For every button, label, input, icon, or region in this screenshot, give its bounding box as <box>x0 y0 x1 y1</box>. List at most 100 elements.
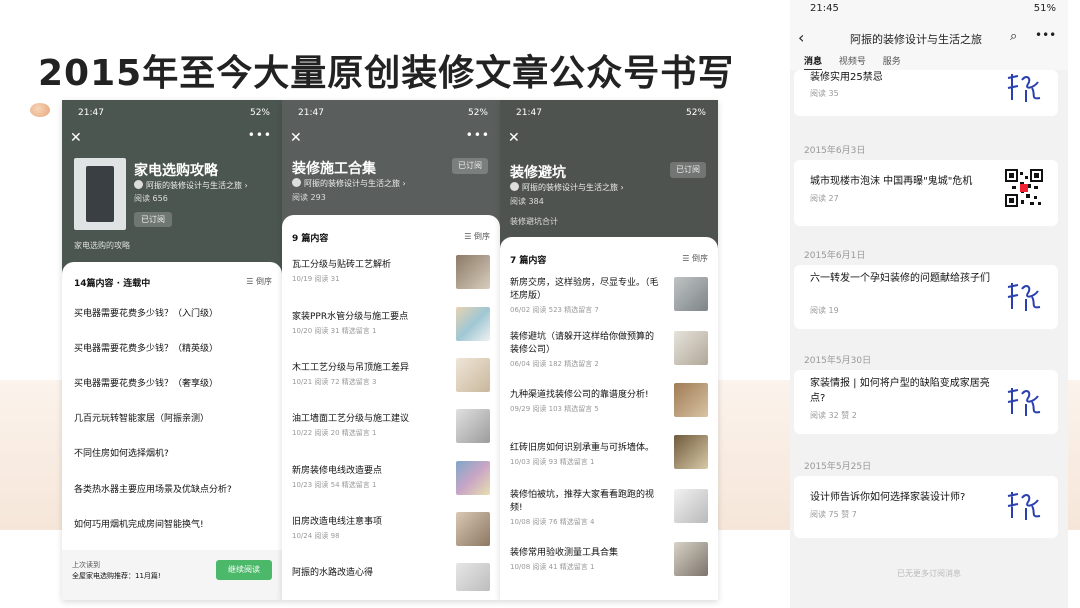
article-thumbnail <box>674 435 708 469</box>
message-card[interactable]: 设计师告诉你如何选择家装设计师? 阅读 75 赞 7 <box>794 476 1058 538</box>
avatar <box>134 180 143 189</box>
list-item[interactable]: 买电器需要花费多少钱？（入门级） <box>74 306 218 319</box>
continue-reading-button[interactable]: 继续阅读 <box>216 560 272 580</box>
article-title[interactable]: 阿振的水路改造心得 <box>292 567 442 580</box>
list-item[interactable]: 不同住房如何选择烟机? <box>74 446 169 459</box>
phone-pitfall-collection: 21:47 52% ✕ 装修避坑 阿振的装修设计与生活之旅 › 阅读 384 已… <box>500 100 718 600</box>
account-link[interactable]: 阿振的装修设计与生活之旅 › <box>292 178 406 189</box>
article-title[interactable]: 装修怕被坑，推荐大家看看跑跑的视频! <box>510 489 660 515</box>
message-card[interactable]: 装修实用25禁忌 阅读 35 <box>794 70 1058 116</box>
nav-title: 阿振的装修设计与生活之旅 <box>850 33 982 46</box>
content-card: 14篇内容 · 连载中 ☰ 倒序 买电器需要花费多少钱？（入门级） 买电器需要花… <box>62 262 282 600</box>
message-title: 六一转发一个孕妇装修的问题献给孩子们 <box>810 273 990 284</box>
status-time: 21:47 <box>78 108 104 118</box>
message-title: 城市现楼市泡沫 中国再曝"鬼城"危机 <box>810 176 973 187</box>
more-icon[interactable]: ••• <box>1035 28 1056 42</box>
status-time: 21:45 <box>810 3 839 14</box>
article-meta: 10/21 阅读 72 精选留言 3 <box>292 378 377 386</box>
article-title[interactable]: 油工墙面工艺分级与施工建议 <box>292 413 442 426</box>
signature-icon <box>1007 283 1041 311</box>
top-bar: 21:45 51% ‹ 阿振的装修设计与生活之旅 ⌕ ••• 消息 视频号 服务 <box>790 0 1068 71</box>
message-date: 2015年6月3日 <box>804 146 866 156</box>
article-title[interactable]: 瓦工分级与贴砖工艺解析 <box>292 259 442 272</box>
sort-toggle[interactable]: ☰ 倒序 <box>464 231 490 242</box>
article-title[interactable]: 新房装修电线改造要点 <box>292 465 442 478</box>
article-count: 9 篇内容 <box>292 234 329 244</box>
more-icon[interactable]: ••• <box>466 128 490 142</box>
article-title[interactable]: 红砖旧房如何识别承重与可拆墙体。 <box>510 442 660 455</box>
more-icon[interactable]: ••• <box>248 128 272 142</box>
account-message-history: 21:45 51% ‹ 阿振的装修设计与生活之旅 ⌕ ••• 消息 视频号 服务… <box>790 0 1068 608</box>
article-meta: 09/29 阅读 103 精选留言 5 <box>510 405 599 413</box>
message-title: 设计师告诉你如何选择家装设计师? <box>810 492 966 503</box>
back-icon[interactable]: ‹ <box>798 28 804 47</box>
tab-services[interactable]: 服务 <box>883 57 901 67</box>
article-thumbnail <box>456 461 490 495</box>
article-title[interactable]: 装修避坑（请躲开这样给你做预算的装修公司） <box>510 331 660 357</box>
avatar <box>292 178 301 187</box>
article-title[interactable]: 新房交房，这样验房，尽显专业。（毛坯房版） <box>510 277 660 303</box>
collection-title: 装修施工合集 <box>292 161 376 177</box>
subscribed-button[interactable]: 已订阅 <box>670 162 706 178</box>
article-meta: 10/22 阅读 20 精选留言 1 <box>292 429 377 437</box>
article-thumbnail <box>456 307 490 341</box>
article-count: 7 篇内容 <box>510 256 547 266</box>
account-link[interactable]: 阿振的装修设计与生活之旅 › <box>134 180 248 191</box>
signature-icon <box>1007 388 1041 416</box>
article-thumbnail <box>674 542 708 576</box>
article-meta: 10/20 阅读 31 精选留言 1 <box>292 327 377 335</box>
article-title[interactable]: 木工工艺分级与吊顶施工差异 <box>292 362 442 375</box>
collection-tag: 装修避坑合计 <box>510 217 558 226</box>
list-item[interactable]: 几百元玩转智能家居（阿振亲测） <box>74 411 209 424</box>
status-battery: 52% <box>249 108 270 118</box>
list-item[interactable]: 如何巧用烟机完成房间智能换气! <box>74 517 204 530</box>
content-card: 9 篇内容 ☰ 倒序 瓦工分级与贴砖工艺解析 10/19 阅读 31 家装PPR… <box>282 215 500 600</box>
content-card: 7 篇内容 ☰ 倒序 新房交房，这样验房，尽显专业。（毛坯房版） 06/02 阅… <box>500 237 718 600</box>
article-title[interactable]: 旧房改造电线注意事项 <box>292 516 442 529</box>
close-icon[interactable]: ✕ <box>508 130 520 146</box>
message-title: 装修实用25禁忌 <box>810 72 883 83</box>
message-meta: 阅读 35 <box>810 89 839 98</box>
message-meta: 阅读 75 赞 7 <box>810 510 857 519</box>
message-card[interactable]: 城市现楼市泡沫 中国再曝"鬼城"危机 阅读 27 <box>794 160 1058 226</box>
avatar <box>510 182 519 191</box>
message-date: 2015年5月25日 <box>804 462 872 472</box>
phone-appliance-collection: 21:47 52% ✕ ••• 家电选购攻略 阿振的装修设计与生活之旅 › 阅读… <box>62 100 282 600</box>
article-title[interactable]: 九种渠道找装修公司的靠谱度分析! <box>510 389 660 402</box>
status-bar: 21:47 52% <box>282 106 500 122</box>
sort-toggle[interactable]: ☰ 倒序 <box>682 253 708 264</box>
sort-label: 倒序 <box>474 232 490 241</box>
last-read-label: 上次读到 <box>72 561 100 569</box>
list-item[interactable]: 各类热水器主要应用场景及优缺点分析? <box>74 482 232 495</box>
article-title[interactable]: 装修常用验收测量工具合集 <box>510 547 660 560</box>
tab-messages[interactable]: 消息 <box>804 57 823 71</box>
article-meta: 10/23 阅读 54 精选留言 1 <box>292 481 377 489</box>
status-battery: 51% <box>1033 3 1056 14</box>
subscribed-button[interactable]: 已订阅 <box>134 212 172 227</box>
search-icon[interactable]: ⌕ <box>1010 29 1017 44</box>
message-card[interactable]: 六一转发一个孕妇装修的问题献给孩子们 阅读 19 <box>794 265 1058 329</box>
sort-label: 倒序 <box>256 277 272 286</box>
sort-toggle[interactable]: ☰ 倒序 <box>246 276 272 287</box>
article-thumbnail <box>674 331 708 365</box>
article-thumbnail <box>456 409 490 443</box>
end-of-list-text: 已无更多订阅消息 <box>897 569 961 578</box>
close-icon[interactable]: ✕ <box>70 130 82 146</box>
article-thumbnail <box>456 358 490 392</box>
message-date: 2015年6月1日 <box>804 251 866 261</box>
collection-title: 装修避坑 <box>510 165 566 181</box>
message-card[interactable]: 家装情报 | 如何将户型的缺陷变成家居亮点? 阅读 32 赞 2 <box>794 370 1058 434</box>
account-link[interactable]: 阿振的装修设计与生活之旅 › <box>510 182 624 193</box>
article-thumbnail <box>674 277 708 311</box>
subscribed-button[interactable]: 已订阅 <box>452 158 488 174</box>
tab-channels[interactable]: 视频号 <box>839 57 866 67</box>
status-battery: 52% <box>467 108 488 118</box>
read-count: 阅读 656 <box>134 194 168 203</box>
status-time: 21:47 <box>516 108 542 118</box>
close-icon[interactable]: ✕ <box>290 130 302 146</box>
list-item[interactable]: 买电器需要花费多少钱？（精英级） <box>74 341 218 354</box>
article-title[interactable]: 家装PPR水管分级与施工要点 <box>292 311 442 324</box>
read-count: 阅读 293 <box>292 193 326 202</box>
article-thumbnail <box>456 563 490 591</box>
list-item[interactable]: 买电器需要花费多少钱？（奢享级） <box>74 376 218 389</box>
